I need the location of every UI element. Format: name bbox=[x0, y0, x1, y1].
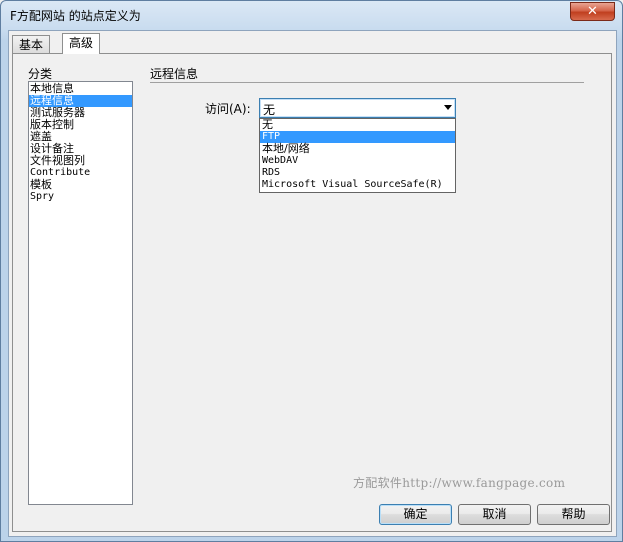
access-option-webdav[interactable]: WebDAV bbox=[260, 155, 455, 167]
category-item-spry[interactable]: Spry bbox=[29, 191, 132, 203]
help-button[interactable]: 帮助 bbox=[537, 504, 610, 525]
section-divider bbox=[150, 82, 584, 83]
chevron-down-icon[interactable] bbox=[444, 105, 452, 110]
category-list[interactable]: 本地信息 远程信息 测试服务器 版本控制 遮盖 设计备注 文件视图列 Contr… bbox=[28, 81, 133, 505]
section-title: 远程信息 bbox=[150, 67, 199, 81]
access-option-none[interactable]: 无 bbox=[260, 119, 455, 131]
dialog-window: F方配网站 的站点定义为 ✕ 基本 高级 分类 本地信息 远程信息 测试服务器 … bbox=[0, 0, 623, 542]
access-option-sourcesafe[interactable]: Microsoft Visual SourceSafe(R) bbox=[260, 179, 455, 191]
dialog-client-area: 基本 高级 分类 本地信息 远程信息 测试服务器 版本控制 遮盖 设计备注 文件… bbox=[8, 30, 617, 537]
access-dropdown-list[interactable]: 无 FTP 本地/网络 WebDAV RDS Microsoft Visual … bbox=[259, 118, 456, 193]
access-select[interactable]: 无 bbox=[259, 98, 456, 118]
close-button[interactable]: ✕ bbox=[570, 2, 615, 21]
access-select-value: 无 bbox=[263, 103, 276, 117]
close-icon: ✕ bbox=[587, 4, 598, 19]
category-label: 分类 bbox=[28, 67, 53, 81]
window-title: F方配网站 的站点定义为 bbox=[10, 9, 141, 23]
category-item-file-view-columns[interactable]: 文件视图列 bbox=[29, 155, 132, 167]
category-item-templates[interactable]: 模板 bbox=[29, 179, 132, 191]
title-bar[interactable]: F方配网站 的站点定义为 ✕ bbox=[1, 1, 622, 29]
cancel-button[interactable]: 取消 bbox=[458, 504, 531, 525]
ok-button[interactable]: 确定 bbox=[379, 504, 452, 525]
tab-advanced[interactable]: 高级 bbox=[62, 33, 101, 54]
tab-basic[interactable]: 基本 bbox=[12, 35, 51, 53]
access-label: 访问(A): bbox=[205, 102, 251, 116]
watermark-text: 方配软件http://www.fangpage.com bbox=[353, 476, 566, 490]
access-option-local-network[interactable]: 本地/网络 bbox=[260, 143, 455, 155]
access-option-rds[interactable]: RDS bbox=[260, 167, 455, 179]
